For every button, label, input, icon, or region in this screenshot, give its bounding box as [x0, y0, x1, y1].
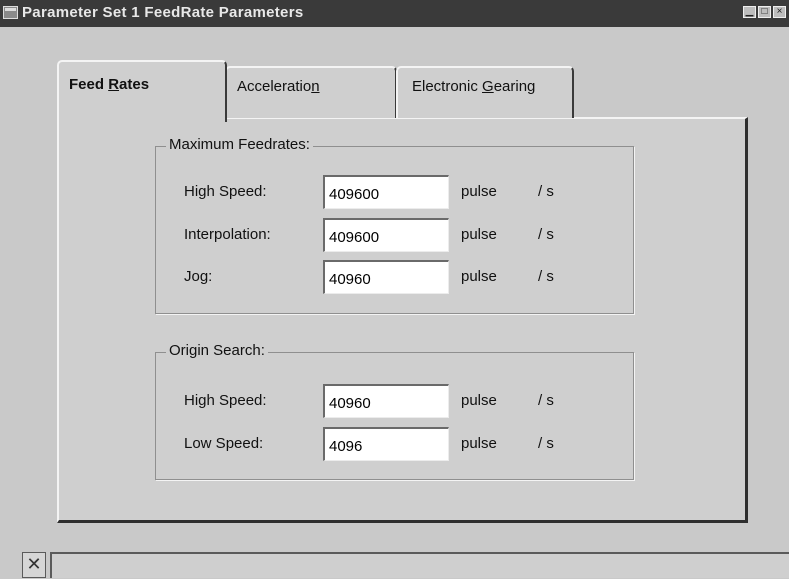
origin-high-speed-row: High Speed: pulse / s: [156, 384, 633, 418]
interpolation-input[interactable]: [323, 218, 449, 252]
high-speed-input[interactable]: [323, 175, 449, 209]
jog-per: / s: [538, 268, 554, 285]
origin-low-speed-label: Low Speed:: [184, 435, 264, 452]
maximize-icon[interactable]: □: [758, 6, 771, 18]
maximum-feedrates-group: Maximum Feedrates: High Speed: pulse / s…: [155, 136, 634, 314]
origin-high-speed-label: High Speed:: [184, 392, 267, 409]
close-icon[interactable]: ×: [773, 6, 786, 18]
jog-label: Jog:: [184, 268, 213, 285]
status-close-icon[interactable]: ✕: [22, 552, 46, 578]
origin-low-speed-per: / s: [538, 435, 554, 452]
origin-search-title: Origin Search:: [166, 342, 268, 359]
tab-acceleration-label: Acceleration: [237, 78, 320, 95]
origin-search-group: Origin Search: High Speed: pulse / s Low…: [155, 342, 634, 480]
status-bar: ✕: [0, 549, 789, 579]
minimize-icon[interactable]: ▁: [743, 6, 756, 18]
jog-unit: pulse: [461, 268, 497, 285]
maximum-feedrates-title: Maximum Feedrates:: [166, 136, 313, 153]
tab-electronic-gearing[interactable]: Electronic Gearing: [396, 66, 574, 118]
interpolation-label: Interpolation:: [184, 226, 271, 243]
tab-feed-rates-label: Feed Rates: [69, 76, 150, 93]
tab-feed-rates[interactable]: Feed Rates: [57, 60, 227, 122]
status-field: [50, 552, 789, 578]
window-title: Parameter Set 1 FeedRate Parameters: [22, 4, 304, 21]
window-app-icon[interactable]: [3, 6, 18, 19]
jog-row: Jog: pulse / s: [156, 260, 633, 294]
tab-acceleration[interactable]: Acceleration: [225, 66, 397, 118]
window-controls: ▁ □ ×: [743, 6, 786, 18]
origin-low-speed-input[interactable]: [323, 427, 449, 461]
origin-low-speed-row: Low Speed: pulse / s: [156, 427, 633, 461]
high-speed-row: High Speed: pulse / s: [156, 175, 633, 209]
title-bar: Parameter Set 1 FeedRate Parameters ▁ □ …: [0, 0, 789, 27]
origin-high-speed-unit: pulse: [461, 392, 497, 409]
origin-high-speed-per: / s: [538, 392, 554, 409]
interpolation-per: / s: [538, 226, 554, 243]
high-speed-unit: pulse: [461, 183, 497, 200]
high-speed-label: High Speed:: [184, 183, 267, 200]
interpolation-unit: pulse: [461, 226, 497, 243]
interpolation-row: Interpolation: pulse / s: [156, 218, 633, 252]
origin-high-speed-input[interactable]: [323, 384, 449, 418]
tab-electronic-gearing-label: Electronic Gearing: [412, 78, 536, 95]
high-speed-per: / s: [538, 183, 554, 200]
jog-input[interactable]: [323, 260, 449, 294]
origin-low-speed-unit: pulse: [461, 435, 497, 452]
